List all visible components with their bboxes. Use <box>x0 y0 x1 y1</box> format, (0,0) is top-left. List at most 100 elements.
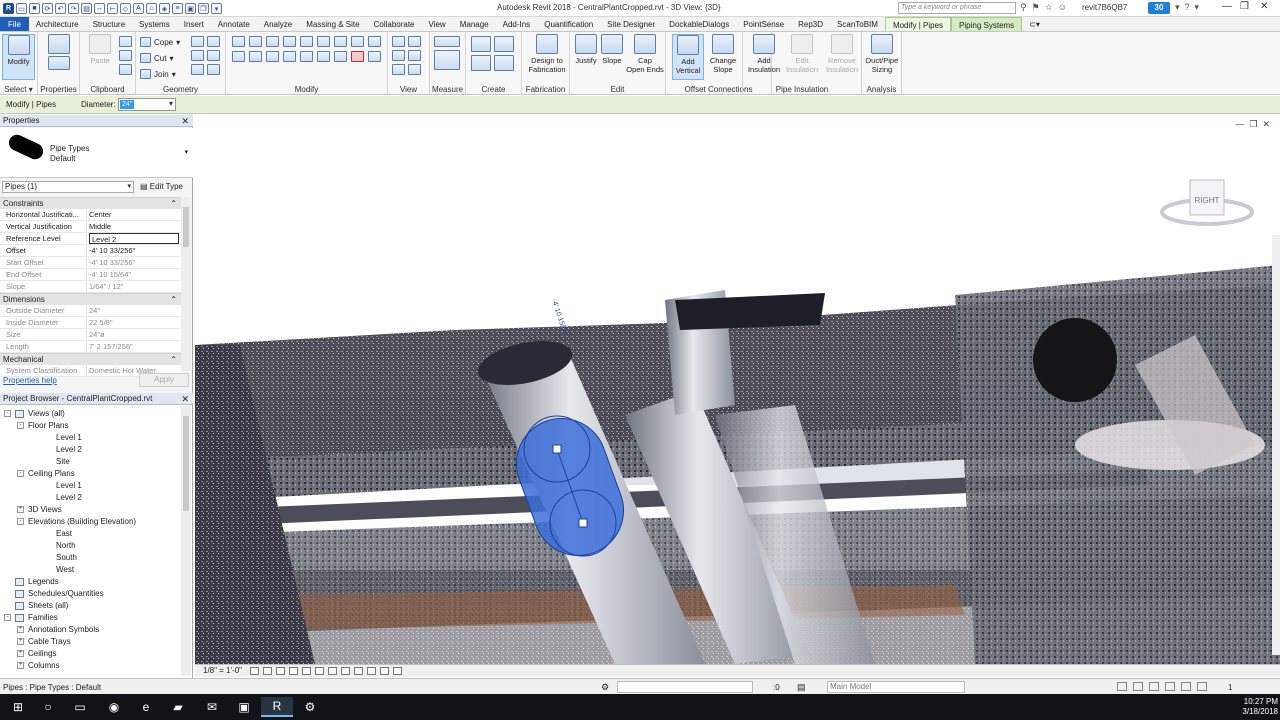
prop-group-mechanical[interactable]: Mechanical ⌃ <box>0 353 181 365</box>
diameter-value[interactable]: 24" <box>120 100 135 109</box>
tab-massing-site[interactable]: Massing & Site <box>299 17 366 31</box>
tree-node[interactable]: +3D Views <box>0 504 181 516</box>
properties-scrollbar[interactable] <box>181 197 191 371</box>
create-group-icon[interactable] <box>471 55 491 71</box>
chevron-down-icon[interactable]: ▾ <box>127 182 131 192</box>
tab-architecture[interactable]: Architecture <box>29 17 86 31</box>
restore-view-icon[interactable]: ❐ <box>1249 119 1257 130</box>
reveal-hidden-icon[interactable] <box>367 667 376 675</box>
show-crop-icon[interactable] <box>328 667 337 675</box>
tree-node[interactable]: - Ceiling Plans <box>0 468 181 480</box>
prop-row[interactable]: Vertical Justification Middle <box>0 221 181 233</box>
match-properties-icon[interactable] <box>119 64 132 75</box>
section-icon[interactable]: ◈ <box>159 3 170 14</box>
move-icon[interactable] <box>300 36 313 47</box>
offset-icon[interactable] <box>249 36 262 47</box>
highlight-displacement-icon[interactable] <box>393 667 402 675</box>
linework-icon[interactable] <box>392 50 405 61</box>
close-icon[interactable]: ✕ <box>181 115 189 127</box>
lock-view-icon[interactable] <box>341 667 350 675</box>
visibility-icon[interactable] <box>408 50 421 61</box>
collapse-icon[interactable]: ⌃ <box>170 354 177 365</box>
cut-icon[interactable] <box>119 36 132 47</box>
tab-insert[interactable]: Insert <box>177 17 211 31</box>
create-parts-icon[interactable] <box>494 36 514 52</box>
select-pinned-icon[interactable] <box>1149 682 1159 691</box>
select-links-icon[interactable] <box>1117 682 1127 691</box>
tree-node[interactable]: Sheets (all) <box>0 600 181 612</box>
tree-node[interactable]: West <box>0 564 181 576</box>
chrome-icon[interactable]: ◉ <box>98 697 130 717</box>
expand-toggle-icon[interactable]: + <box>17 662 24 669</box>
3d-view-icon[interactable]: ⌂ <box>146 3 157 14</box>
prop-group-dimensions[interactable]: Dimensions ⌃ <box>0 293 181 305</box>
cope-button[interactable]: Cope ▾ <box>140 37 180 47</box>
prop-row[interactable]: Offset -4' 10 33/256" <box>0 245 181 257</box>
diameter-select[interactable]: 24" ▾ <box>118 98 176 111</box>
binoculars-icon[interactable]: ⚲ <box>1020 2 1027 13</box>
dimension-tool-icon[interactable] <box>434 50 460 70</box>
chevron-down-icon[interactable]: ▾ <box>184 148 188 156</box>
switch-windows-icon[interactable]: ❐ <box>198 3 209 14</box>
join-button[interactable]: Join ▾ <box>140 69 176 79</box>
settings-app-icon[interactable]: ⚙ <box>294 697 326 717</box>
help-dropdown-icon[interactable]: ▾ <box>1195 2 1200 13</box>
tree-node[interactable]: Site <box>0 456 181 468</box>
mail-icon[interactable]: ✉ <box>196 697 228 717</box>
drag-elements-icon[interactable] <box>1181 682 1191 691</box>
measure-distance-icon[interactable] <box>434 36 460 47</box>
add-vertical-button[interactable]: Add Vertical <box>672 34 704 80</box>
tag-icon[interactable]: ◇ <box>120 3 131 14</box>
selection-box-icon[interactable] <box>392 64 405 75</box>
design-options-icon[interactable]: ▤ <box>797 682 806 693</box>
cut-geometry-button[interactable]: Cut ▾ <box>140 53 173 63</box>
trim-icon[interactable] <box>351 36 364 47</box>
prop-value[interactable]: -4' 10 33/256" <box>87 245 181 256</box>
tab-analyze[interactable]: Analyze <box>257 17 299 31</box>
mirror-axis-icon[interactable] <box>266 36 279 47</box>
collapse-toggle-icon[interactable]: - <box>4 410 11 417</box>
create-assembly-icon[interactable] <box>471 36 491 52</box>
hide-icon[interactable] <box>392 36 405 47</box>
array-icon[interactable] <box>232 51 245 62</box>
duct-pipe-sizing-button[interactable]: Duct/Pipe Sizing <box>863 34 901 80</box>
tab-site-designer[interactable]: Site Designer <box>600 17 662 31</box>
tab-add-ins[interactable]: Add-Ins <box>496 17 538 31</box>
tree-node[interactable]: Level 1 <box>0 432 181 444</box>
tree-node[interactable]: East <box>0 528 181 540</box>
customize-qat-icon[interactable]: ▾ <box>211 3 222 14</box>
view-cube[interactable]: RIGHT <box>1160 179 1254 226</box>
create-similar-icon[interactable] <box>494 55 514 71</box>
close-hidden-icon[interactable]: ▣ <box>185 3 196 14</box>
split-gap-icon[interactable] <box>334 51 347 62</box>
close-view-icon[interactable]: ✕ <box>1262 119 1270 130</box>
help-icon[interactable]: ? <box>1185 2 1190 13</box>
view-scrollbar[interactable] <box>1272 235 1280 655</box>
remove-insulation-button[interactable]: Remove Insulation <box>822 34 862 80</box>
slope-button[interactable]: Slope <box>598 34 626 80</box>
tree-node[interactable]: South <box>0 552 181 564</box>
prop-group-constraints[interactable]: Constraints ⌃ <box>0 197 181 209</box>
expand-toggle-icon[interactable]: + <box>17 626 24 633</box>
tab-modify-pipes[interactable]: Modify | Pipes <box>884 17 952 31</box>
help-search-input[interactable]: Type a keyword or phrase <box>898 2 1016 14</box>
select-by-face-icon[interactable] <box>1165 682 1175 691</box>
split-icon[interactable] <box>368 36 381 47</box>
sync-icon[interactable]: ⟳ <box>42 3 53 14</box>
subscription-icon[interactable]: ⚑ <box>1032 2 1040 13</box>
tab-annotate[interactable]: Annotate <box>211 17 257 31</box>
close-icon[interactable]: ✕ <box>1260 1 1268 12</box>
copy-icon[interactable] <box>119 50 132 61</box>
filter-icon[interactable] <box>408 64 421 75</box>
modify-button[interactable]: Modify <box>2 34 35 80</box>
open-icon[interactable]: ▭ <box>16 3 27 14</box>
tree-node[interactable]: + Ceilings <box>0 648 181 660</box>
trim-single-icon[interactable] <box>300 51 313 62</box>
prop-value[interactable]: Level 2 <box>89 233 179 244</box>
3d-viewport[interactable]: -4' 10 15/64" RIGHT — ❐ ✕ <box>195 115 1280 664</box>
detail-level-icon[interactable] <box>250 667 259 675</box>
dimension-icon[interactable]: ⊢ <box>107 3 118 14</box>
tab-quantification[interactable]: Quantification <box>537 17 600 31</box>
cap-open-ends-button[interactable]: Cap Open Ends <box>625 34 665 80</box>
remove-paint-icon[interactable] <box>207 64 220 75</box>
